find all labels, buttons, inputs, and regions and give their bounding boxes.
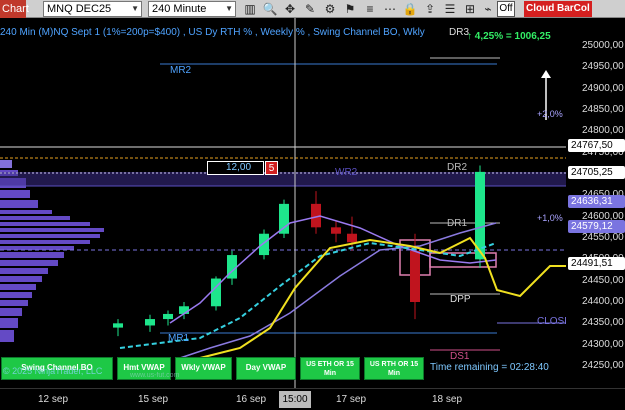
- y-tick-label: 24450,00: [582, 274, 624, 286]
- y-tick-label: 24950,00: [582, 61, 624, 73]
- dr1-label: DR1: [447, 218, 468, 229]
- mr2-label: MR2: [170, 65, 192, 76]
- interval-selector[interactable]: 240 Minute ▼: [148, 1, 236, 17]
- candle-up: [259, 233, 269, 256]
- price-marker: 24767,50: [568, 139, 625, 153]
- us-eth-or-button[interactable]: US ETH OR 15 Min: [300, 357, 360, 380]
- us-rth-or-button[interactable]: US RTH OR 15 Min: [364, 357, 424, 380]
- price-marker: 24636,31: [568, 195, 625, 209]
- price-marker: 24491,51: [568, 256, 625, 270]
- toolbar: Chart MNQ DEC25 ▼ 240 Minute ▼ ▥ 🔍 ✥ ✎ ⚙…: [0, 0, 625, 18]
- mr1-label: MR1: [168, 333, 190, 344]
- share-icon[interactable]: ⇪: [422, 1, 438, 17]
- arrow-up-icon: [541, 70, 551, 78]
- y-tick-label: 24900,00: [582, 82, 624, 94]
- dots-icon[interactable]: ⋯: [382, 1, 398, 17]
- candle-down: [331, 227, 341, 234]
- candle-up: [145, 319, 155, 326]
- interval-label: 240 Minute: [152, 3, 207, 15]
- y-tick-label: 24400,00: [582, 296, 624, 307]
- time-remaining: Time remaining = 02:28:40: [430, 362, 549, 373]
- plus1-label: +1,0%: [537, 213, 563, 223]
- properties-icon[interactable]: ≡: [362, 1, 378, 17]
- y-tick-label: 24850,00: [582, 104, 624, 115]
- volume-profile: [0, 160, 104, 342]
- time-axis[interactable]: 12 sep 15 sep 16 sep 15:00 17 sep 18 sep: [0, 388, 625, 410]
- dr2-label: DR2: [447, 162, 468, 173]
- instrument-label: MNQ DEC25: [47, 3, 112, 15]
- cloud-button[interactable]: Cloud: [524, 1, 557, 17]
- plus2-label: +2,0%: [537, 109, 563, 119]
- y-tick-label: 24250,00: [582, 360, 624, 371]
- lock-icon[interactable]: 🔒: [402, 1, 418, 17]
- hamburger-icon[interactable]: ☰: [442, 1, 458, 17]
- candle-up: [279, 203, 289, 234]
- watermark: www.us-fut.com: [130, 372, 180, 379]
- y-tick-label: 24800,00: [582, 125, 624, 137]
- candle-down: [410, 250, 420, 302]
- magnifier-icon[interactable]: 🔍: [262, 1, 278, 17]
- order-count[interactable]: 5: [265, 161, 278, 175]
- dr3-label: DR3: [449, 27, 470, 38]
- chart-title: 240 Min (M)NQ Sept 1 (1%=200p=$400) , US…: [0, 27, 425, 38]
- bar-chart-icon[interactable]: ▥: [242, 1, 258, 17]
- y-tick-label: 24300,00: [582, 338, 624, 350]
- wkly-vwap-button[interactable]: Wkly VWAP: [175, 357, 232, 380]
- strategies-icon[interactable]: ⚑: [342, 1, 358, 17]
- instrument-selector[interactable]: MNQ DEC25 ▼: [43, 1, 142, 17]
- x-cursor-label: 15:00: [279, 391, 311, 408]
- pencil-icon[interactable]: ✎: [302, 1, 318, 17]
- chevron-down-icon: ▼: [225, 4, 233, 13]
- pct-change: ↑ 4,25% = 1006,25: [467, 31, 551, 42]
- off-toggle[interactable]: Off: [497, 1, 515, 17]
- candle-up: [163, 313, 173, 320]
- candle-down: [347, 233, 357, 243]
- x-tick-label: 16 sep: [236, 394, 267, 405]
- x-tick-label: 17 sep: [336, 394, 367, 405]
- ds1-label: DS1: [450, 351, 470, 362]
- y-tick-label: 24550,00: [582, 232, 624, 243]
- price-marker: 24705,25: [568, 165, 625, 179]
- price-marker: 24579,12: [568, 219, 625, 233]
- chevron-down-icon: ▼: [131, 4, 139, 13]
- y-tick-label: 24350,00: [582, 317, 624, 329]
- chart-tab[interactable]: Chart: [0, 0, 29, 18]
- tools-icon[interactable]: ⊞: [462, 1, 478, 17]
- barcol-button[interactable]: BarCol: [555, 1, 592, 17]
- candle-up: [113, 323, 123, 328]
- x-tick-label: 18 sep: [432, 394, 463, 405]
- x-tick-label: 12 sep: [38, 394, 69, 405]
- day-vwap-line: [199, 236, 566, 359]
- dpp-label: DPP: [450, 294, 471, 305]
- copyright-text: © 2025 NinjaTrader, LLC: [3, 366, 103, 376]
- order-quantity[interactable]: 12,00: [207, 161, 264, 175]
- y-tick-label: 25000,00: [582, 40, 624, 51]
- x-tick-label: 15 sep: [138, 394, 169, 405]
- drawing-icon[interactable]: ⌁: [480, 1, 496, 17]
- crosshair-icon[interactable]: ✥: [282, 1, 298, 17]
- wkly-vwap-line: [179, 222, 497, 359]
- indicators-icon[interactable]: ⚙: [322, 1, 338, 17]
- wr2-label: WR2: [335, 167, 358, 178]
- day-vwap-button[interactable]: Day VWAP: [236, 357, 296, 380]
- price-chart[interactable]: [0, 18, 566, 388]
